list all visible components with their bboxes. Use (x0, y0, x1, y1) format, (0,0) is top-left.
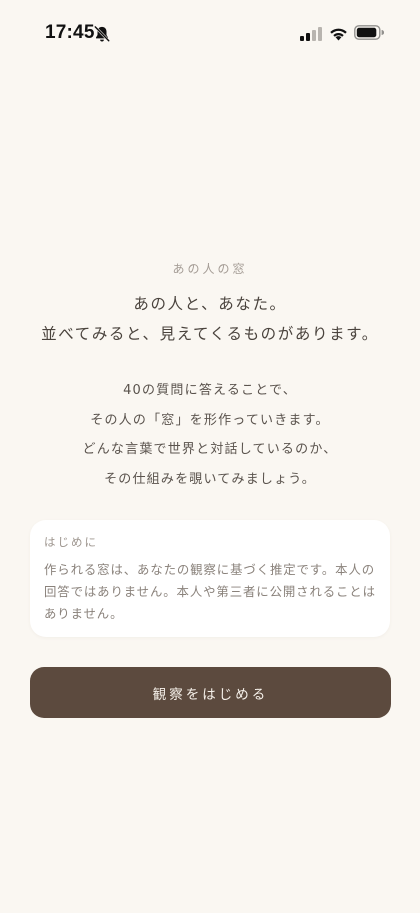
cellular-signal-icon (300, 27, 322, 41)
notice-body-line: ありません。 (44, 606, 124, 621)
bell-slash-icon (93, 25, 111, 43)
status-time: 17:45 (45, 22, 95, 43)
headline-line: 並べてみると、見えてくるものがあります。 (41, 325, 379, 343)
notice-title: はじめに (44, 535, 98, 549)
headline-line: あの人と、あなた。 (133, 295, 287, 313)
description-line: どんな言葉で世界と対話しているのか、 (82, 442, 338, 457)
description-line: その仕組みを覗いてみましょう。 (104, 471, 316, 487)
description-line: 40の質問に答えることで、 (123, 383, 297, 398)
start-button-label: 観察をはじめる (152, 686, 269, 703)
app-name: あの人の窓 (172, 262, 248, 276)
notice-body-line: 作られる窓は、あなたの観察に基づく推定です。本人の (44, 562, 376, 577)
description-line: その人の「窓」を形作っていきます。 (90, 412, 330, 428)
notice-body-line: 回答ではありません。本人や第三者に公開されることは (44, 584, 376, 599)
wifi-icon (330, 28, 347, 41)
status-bar: 17:45 (0, 0, 420, 54)
headline: あの人と、あなた。 並べてみると、見えてくるものがあります。 (0, 289, 420, 349)
notice-card: はじめに 作られる窓は、あなたの観察に基づく推定です。本人の 回答ではありません… (30, 520, 390, 637)
start-observation-button[interactable]: 観察をはじめる (30, 667, 391, 718)
battery-icon (354, 25, 384, 40)
notice-body: 作られる窓は、あなたの観察に基づく推定です。本人の 回答ではありません。本人や第… (44, 559, 376, 625)
description: 40の質問に答えることで、 その人の「窓」を形作っていきます。 どんな言葉で世界… (0, 376, 420, 494)
